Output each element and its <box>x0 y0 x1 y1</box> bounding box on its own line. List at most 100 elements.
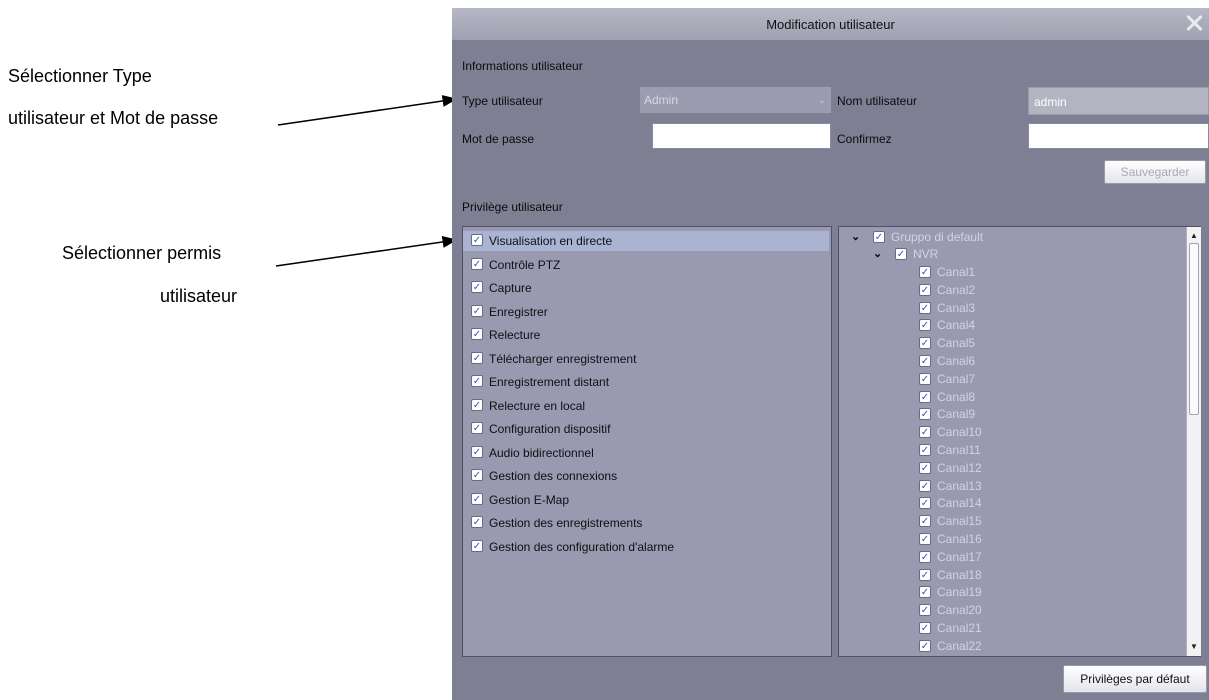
check-icon[interactable]: ✓ <box>919 568 931 581</box>
check-icon[interactable]: ✓ <box>919 283 931 296</box>
tree-channel-label: Canal15 <box>937 514 982 529</box>
scroll-down-icon[interactable]: ▼ <box>1187 640 1201 654</box>
scrollbar-thumb[interactable] <box>1189 243 1199 415</box>
confirm-password-field[interactable] <box>1028 123 1209 149</box>
user-modification-dialog: Modification utilisateur Informations ut… <box>452 8 1209 700</box>
check-icon[interactable]: ✓ <box>471 375 483 387</box>
tree-channel-label: Canal8 <box>937 389 976 404</box>
check-icon[interactable]: ✓ <box>919 355 931 367</box>
tree-channel-label: Canal4 <box>937 318 976 333</box>
tree-channel-label: Canal18 <box>937 567 982 582</box>
privilege-label: Contrôle PTZ <box>489 257 561 272</box>
check-icon[interactable]: ✓ <box>471 539 483 552</box>
check-icon[interactable]: ✓ <box>919 372 931 385</box>
check-icon[interactable]: ✓ <box>895 248 907 260</box>
chevron-down-icon[interactable]: ⌄ <box>813 87 831 113</box>
check-icon[interactable]: ✓ <box>471 445 483 458</box>
tree-channel-label: Canal22 <box>937 638 982 653</box>
tree-channel-label: Canal16 <box>937 532 982 546</box>
user-type-label: Type utilisateur <box>462 94 543 108</box>
check-icon[interactable]: ✓ <box>919 604 931 617</box>
privilege-label: Enregistrer <box>489 304 548 319</box>
check-icon[interactable]: ✓ <box>471 422 483 434</box>
privilege-label: Relecture en local <box>489 398 586 413</box>
check-icon[interactable]: ✓ <box>471 281 483 293</box>
confirm-label: Confirmez <box>837 132 892 146</box>
dialog-title: Modification utilisateur <box>766 17 895 32</box>
privilege-label: Relecture <box>489 328 541 342</box>
check-icon[interactable]: ✓ <box>919 622 931 634</box>
check-icon[interactable]: ✓ <box>919 461 931 474</box>
check-icon[interactable]: ✓ <box>471 234 483 246</box>
tree-channel-label: Canal21 <box>937 621 982 635</box>
check-icon[interactable]: ✓ <box>919 550 931 563</box>
privilege-label: Enregistrement distant <box>489 375 610 389</box>
check-icon[interactable]: ✓ <box>471 328 483 340</box>
check-icon[interactable]: ✓ <box>471 257 483 270</box>
arrow-type <box>277 95 458 126</box>
privilege-item[interactable]: ✓ Visualisation en directe <box>463 231 829 251</box>
close-icon[interactable] <box>1183 12 1205 34</box>
privilege-section-title: Privilège utilisateur <box>462 200 563 214</box>
privilege-label: Télécharger enregistrement <box>489 351 637 366</box>
tree-channel-label: Canal17 <box>937 549 982 564</box>
privilege-label: Gestion des enregistrements <box>489 516 643 530</box>
check-icon[interactable]: ✓ <box>919 586 931 599</box>
tree-scrollbar[interactable]: ▲ ▼ <box>1186 227 1201 656</box>
default-privileges-button[interactable]: Privilèges par défaut <box>1063 665 1207 693</box>
save-button[interactable]: Sauvegarder <box>1104 160 1206 184</box>
check-icon[interactable]: ✓ <box>919 479 931 492</box>
scroll-up-icon[interactable]: ▲ <box>1187 229 1201 243</box>
privilege-label: Gestion des connexions <box>489 469 618 483</box>
user-type-select[interactable]: Admin ⌄ <box>640 87 831 113</box>
username-value: admin <box>1034 95 1067 109</box>
check-icon[interactable]: ✓ <box>919 301 931 314</box>
arrow-permission <box>275 235 458 267</box>
check-icon[interactable]: ✓ <box>471 516 483 528</box>
check-icon[interactable]: ✓ <box>471 469 483 481</box>
dialog-titlebar: Modification utilisateur <box>452 8 1209 40</box>
check-icon[interactable]: ✓ <box>471 398 483 411</box>
check-icon[interactable]: ✓ <box>919 426 931 439</box>
annotation-arrows <box>275 95 458 267</box>
privilege-label: Visualisation en directe <box>489 234 613 248</box>
user-type-value: Admin <box>644 93 679 107</box>
password-field[interactable] <box>652 123 831 149</box>
tree-group-label: Gruppo di default <box>891 230 984 244</box>
check-icon[interactable]: ✓ <box>919 408 931 421</box>
check-icon[interactable]: ✓ <box>919 337 931 350</box>
check-icon[interactable]: ✓ <box>873 231 885 243</box>
tree-channel-label: Canal10 <box>937 425 982 440</box>
info-section-title: Informations utilisateur <box>462 59 583 73</box>
chevron-down-icon[interactable]: ⌄ <box>851 231 860 243</box>
check-icon[interactable]: ✓ <box>919 497 931 510</box>
tree-channel-label: Canal6 <box>937 354 976 368</box>
tree-channel-label: Canal19 <box>937 585 982 600</box>
check-icon[interactable]: ✓ <box>471 492 483 505</box>
check-icon[interactable]: ✓ <box>471 304 483 317</box>
tree-channel-label: Canal2 <box>937 282 976 297</box>
tree-channel-label: Canal3 <box>937 300 976 315</box>
check-icon[interactable]: ✓ <box>919 639 931 652</box>
tree-channel-label: Canal20 <box>937 603 982 618</box>
tree-channel-label: Canal12 <box>937 460 982 475</box>
check-icon[interactable]: ✓ <box>471 351 483 364</box>
channel-tree: ▲ ▼ ⌄ ✓ Gruppo di default ⌄ ✓ NVR ✓ Canal1 ✓ Cana… <box>838 226 1201 657</box>
privilege-label: Gestion des configuration d'alarme <box>489 539 675 554</box>
tree-channel-label: Canal13 <box>937 478 982 493</box>
tree-channel-label: Canal14 <box>937 496 982 511</box>
check-icon[interactable]: ✓ <box>919 533 931 545</box>
check-icon[interactable]: ✓ <box>919 390 931 403</box>
username-field[interactable]: admin <box>1028 87 1209 115</box>
tree-device-label: NVR <box>913 247 939 261</box>
tree-channel-label: Canal11 <box>937 443 981 457</box>
username-label: Nom utilisateur <box>837 94 918 108</box>
privilege-label: Gestion E-Map <box>489 492 570 507</box>
tree-channel-label: Canal7 <box>937 371 976 386</box>
check-icon[interactable]: ✓ <box>919 319 931 332</box>
chevron-down-icon[interactable]: ⌄ <box>873 248 882 260</box>
check-icon[interactable]: ✓ <box>919 266 931 278</box>
check-icon[interactable]: ✓ <box>919 515 931 528</box>
privilege-list: ✓ Visualisation en directe ✓ Contrôle PTZ ✓ C… <box>462 226 832 657</box>
check-icon[interactable]: ✓ <box>919 444 931 456</box>
